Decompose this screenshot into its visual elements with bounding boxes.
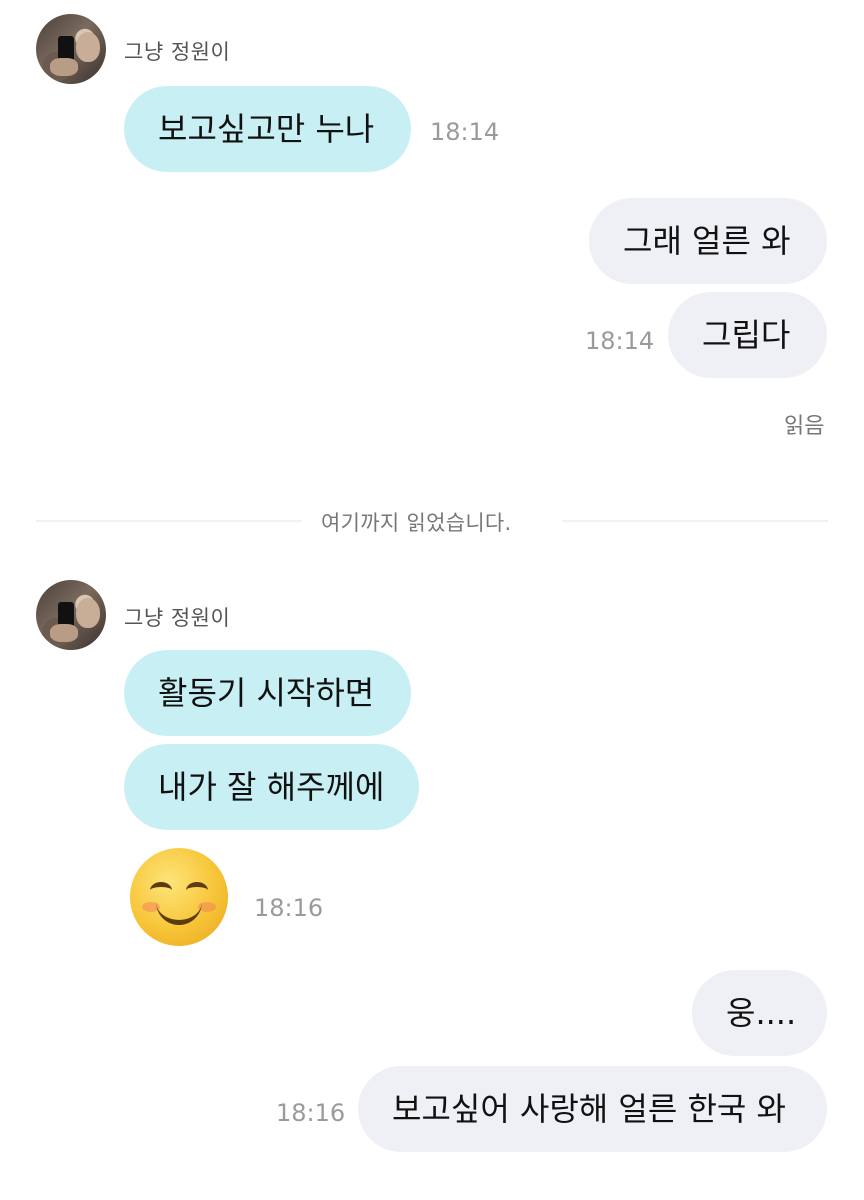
sender-name: 그냥 정원이 [124,40,231,64]
face-in-photo [76,32,100,62]
message-bubble-incoming[interactable]: 보고싶고만 누나 [124,86,411,172]
divider-line-right [562,520,828,522]
message-bubble-incoming[interactable]: 활동기 시작하면 [124,650,411,736]
hand-in-photo [50,624,78,642]
message-time: 18:16 [254,894,324,922]
avatar[interactable] [36,580,106,650]
message-bubble-outgoing[interactable]: 웅.... [692,970,827,1056]
emoji-mouth [156,896,202,925]
face-in-photo [76,598,100,628]
read-until-here-divider: 여기까지 읽었습니다. [321,511,512,535]
sender-name: 그냥 정원이 [124,606,231,630]
message-time: 18:16 [276,1099,346,1127]
message-bubble-incoming[interactable]: 내가 잘 해주께에 [124,744,419,830]
message-bubble-outgoing[interactable]: 그래 얼른 와 [589,198,827,284]
hand-in-photo [50,58,78,76]
message-bubble-outgoing[interactable]: 보고싶어 사랑해 얼른 한국 와 [358,1066,827,1152]
message-bubble-outgoing[interactable]: 그립다 [668,292,827,378]
message-time: 18:14 [585,327,655,355]
avatar[interactable] [36,14,106,84]
smiling-face-emoji-icon[interactable] [130,848,228,946]
read-status: 읽음 [784,414,825,439]
divider-line-left [36,520,302,522]
message-time: 18:14 [430,118,500,146]
